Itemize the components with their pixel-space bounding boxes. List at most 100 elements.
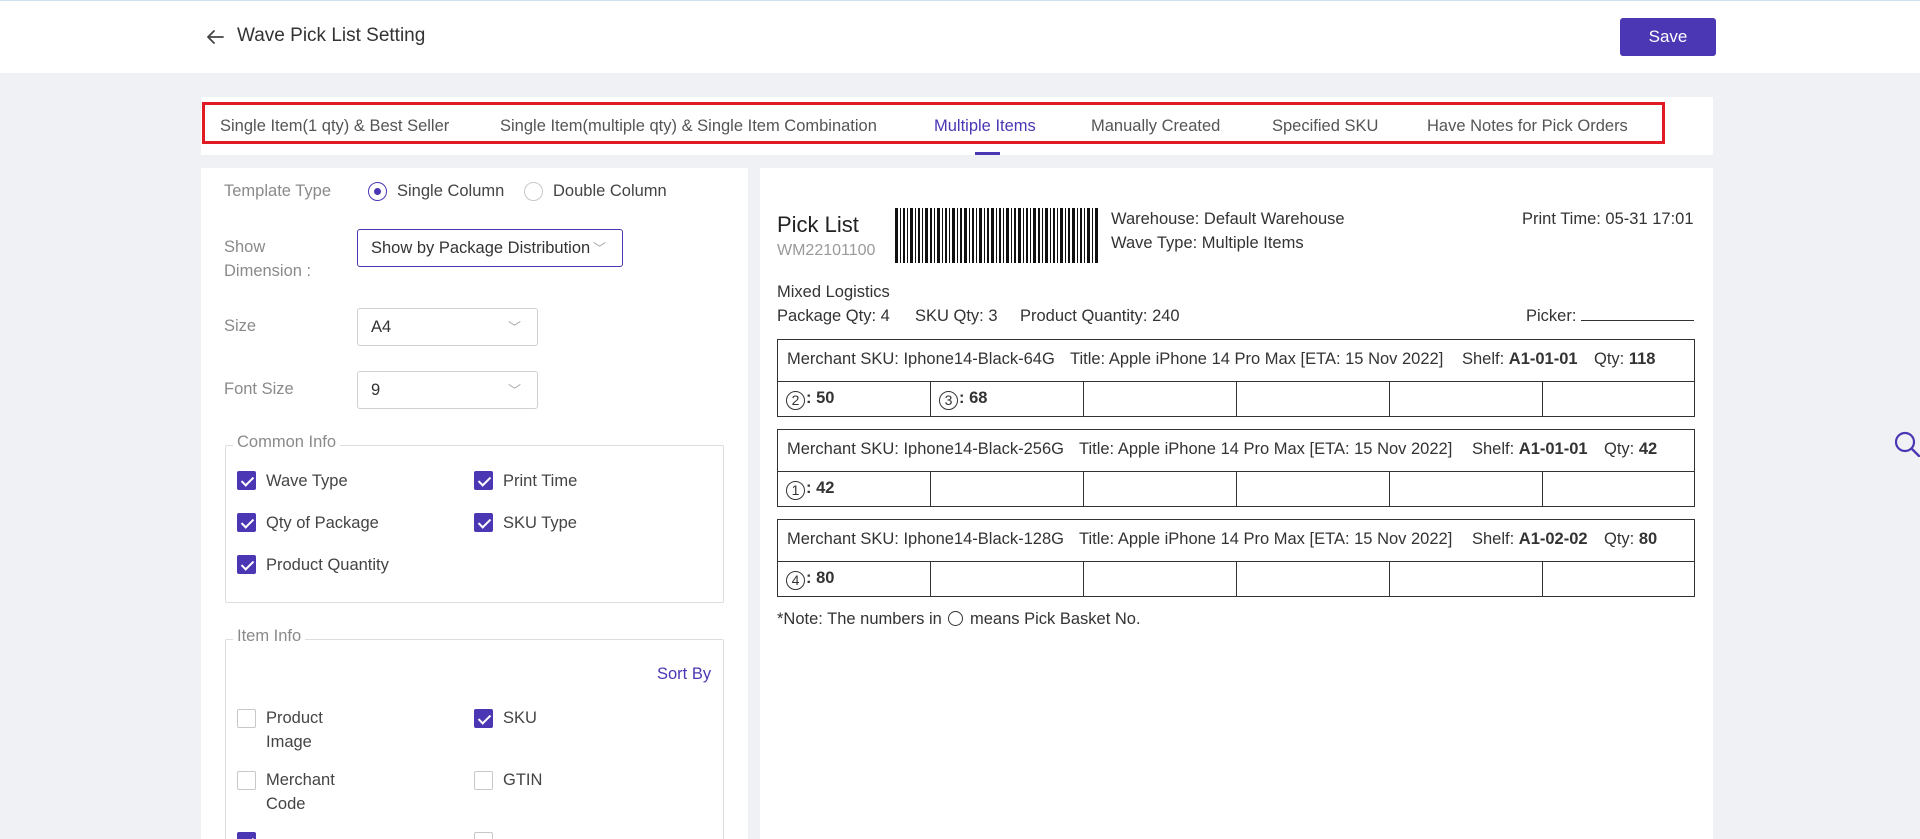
sort-by-link[interactable]: Sort By — [657, 665, 711, 684]
tab-manually-created[interactable]: Manually Created — [1091, 117, 1220, 136]
checkbox-product-image[interactable] — [237, 709, 256, 728]
sku-shelf: Shelf: A1-01-01 — [1462, 350, 1578, 369]
show-dimension-value: Show by Package Distribution — [371, 239, 591, 257]
sku-title: Title: Apple iPhone 14 Pro Max [ETA: 15 … — [1079, 440, 1453, 458]
note-text-before: *Note: The numbers in — [777, 610, 942, 628]
shelf-label: Shelf: — [1472, 440, 1519, 458]
page-title: Wave Pick List Setting — [237, 25, 426, 46]
basket-entry: 3: 68 — [939, 389, 987, 410]
checkbox-print-time-label[interactable]: Print Time — [503, 469, 577, 493]
basket-cell — [1084, 472, 1237, 506]
checkbox-wave-type[interactable] — [237, 471, 256, 490]
tab-specified-sku[interactable]: Specified SKU — [1272, 117, 1378, 136]
sku-qty-info: SKU Qty: 3 — [915, 307, 998, 325]
sku-table: Merchant SKU: Iphone14-Black-64G Title: … — [777, 339, 1695, 417]
tab-single-item-multiple-qty[interactable]: Single Item(multiple qty) & Single Item … — [500, 117, 877, 136]
shelf-label: Shelf: — [1472, 530, 1519, 548]
checkbox-qty-of-package-label[interactable]: Qty of Package — [266, 511, 379, 535]
checkbox-merchant-code-label-1[interactable]: Merchant — [266, 768, 335, 792]
basket-cell — [1237, 382, 1390, 416]
checkbox-wave-type-label[interactable]: Wave Type — [266, 469, 348, 493]
save-button[interactable]: Save — [1620, 18, 1716, 56]
checkbox-sku-type[interactable] — [474, 513, 493, 532]
qty-value: 80 — [1638, 530, 1658, 548]
basket-cell — [1237, 562, 1390, 596]
barcode — [895, 208, 1098, 263]
shelf-value: A1-01-01 — [1518, 440, 1588, 458]
qty-label: Qty: — [1594, 350, 1629, 368]
circle-icon — [948, 611, 964, 626]
checkbox-sku[interactable] — [474, 709, 493, 728]
qty-value: 118 — [1628, 350, 1656, 368]
arrow-left-icon[interactable] — [203, 25, 227, 49]
sku-shelf: Shelf: A1-01-01 — [1472, 440, 1588, 459]
checkbox-product-image-label-1[interactable]: Product — [266, 706, 323, 730]
sku-table: Merchant SKU: Iphone14-Black-256G Title:… — [777, 429, 1695, 507]
radio-double-column-label[interactable]: Double Column — [553, 182, 667, 201]
package-qty-info: Package Qty: 4 — [777, 307, 890, 325]
checkbox-qty-of-package[interactable] — [237, 513, 256, 532]
top-bar: Wave Pick List Setting Save — [0, 0, 1920, 73]
show-dimension-select[interactable]: Show by Package Distribution ﹀ — [357, 229, 623, 267]
basket-number: 1 — [786, 481, 805, 500]
basket-qty: : 68 — [959, 389, 988, 407]
checkbox-gtin[interactable] — [474, 771, 493, 790]
picker-label: Picker: — [1526, 307, 1577, 325]
tab-multiple-items[interactable]: Multiple Items — [934, 117, 1036, 136]
shelf-label: Shelf: — [1462, 350, 1509, 368]
radio-double-column[interactable] — [524, 182, 543, 201]
chevron-down-icon: ﹀ — [508, 320, 522, 335]
checkbox-sku-label[interactable]: SKU — [503, 706, 537, 730]
radio-single-column[interactable] — [368, 182, 387, 201]
checkbox-sku-type-label[interactable]: SKU Type — [503, 511, 577, 535]
note-text-after: means Pick Basket No. — [969, 610, 1141, 628]
basket-number: 4 — [786, 571, 805, 590]
checkbox-product-quantity[interactable] — [237, 555, 256, 574]
sku-title: Title: Apple iPhone 14 Pro Max [ETA: 15 … — [1070, 350, 1444, 368]
checkbox-next-item[interactable] — [237, 832, 256, 839]
basket-qty: : 80 — [806, 569, 835, 587]
checkbox-product-quantity-label[interactable]: Product Quantity — [266, 553, 389, 577]
checkbox-merchant-code[interactable] — [237, 771, 256, 790]
basket-cell — [1543, 472, 1694, 506]
search-icon[interactable] — [1893, 430, 1920, 457]
show-dimension-label-2: Dimension : — [224, 262, 312, 280]
basket-cell — [1390, 382, 1543, 416]
radio-single-column-label[interactable]: Single Column — [397, 182, 504, 201]
checkbox-next-item-2[interactable] — [474, 832, 493, 839]
checkbox-product-image-label-2[interactable]: Image — [266, 730, 312, 754]
size-select[interactable]: A4 ﹀ — [357, 308, 538, 346]
basket-cell — [1543, 562, 1694, 596]
basket-cell — [1237, 472, 1390, 506]
chevron-down-icon: ﹀ — [508, 383, 522, 398]
basket-cell — [931, 562, 1084, 596]
shelf-value: A1-01-01 — [1508, 350, 1578, 368]
qty-value: 42 — [1638, 440, 1658, 458]
wave-type-info: Wave Type: Multiple Items — [1111, 234, 1304, 252]
basket-cell — [1390, 472, 1543, 506]
sku-row-header: Merchant SKU: Iphone14-Black-64G Title: … — [778, 340, 1694, 382]
tab-have-notes[interactable]: Have Notes for Pick Orders — [1427, 117, 1628, 136]
sku-shelf: Shelf: A1-02-02 — [1472, 530, 1588, 549]
basket-entry: 2: 50 — [786, 389, 834, 410]
sku-title: Title: Apple iPhone 14 Pro Max [ETA: 15 … — [1079, 530, 1453, 548]
logistics-info: Mixed Logistics — [777, 283, 890, 301]
checkbox-print-time[interactable] — [474, 471, 493, 490]
basket-number: 3 — [939, 391, 958, 410]
common-info-legend: Common Info — [233, 433, 341, 452]
pick-list-title: Pick List — [777, 212, 859, 237]
basket-qty: : 42 — [806, 479, 835, 497]
basket-cell — [1543, 382, 1694, 416]
basket-cell: 1: 42 — [778, 472, 931, 506]
basket-qty: : 50 — [806, 389, 835, 407]
font-size-select[interactable]: 9 ﹀ — [357, 371, 538, 409]
shelf-value: A1-02-02 — [1518, 530, 1588, 548]
font-size-label: Font Size — [224, 380, 294, 398]
tab-single-item-best-seller[interactable]: Single Item(1 qty) & Best Seller — [220, 117, 449, 136]
checkbox-gtin-label[interactable]: GTIN — [503, 768, 542, 792]
size-label: Size — [224, 317, 257, 335]
show-dimension-label-1: Show — [224, 238, 266, 256]
checkbox-merchant-code-label-2[interactable]: Code — [266, 792, 305, 816]
font-size-value: 9 — [371, 381, 381, 399]
item-info-legend: Item Info — [233, 627, 306, 646]
